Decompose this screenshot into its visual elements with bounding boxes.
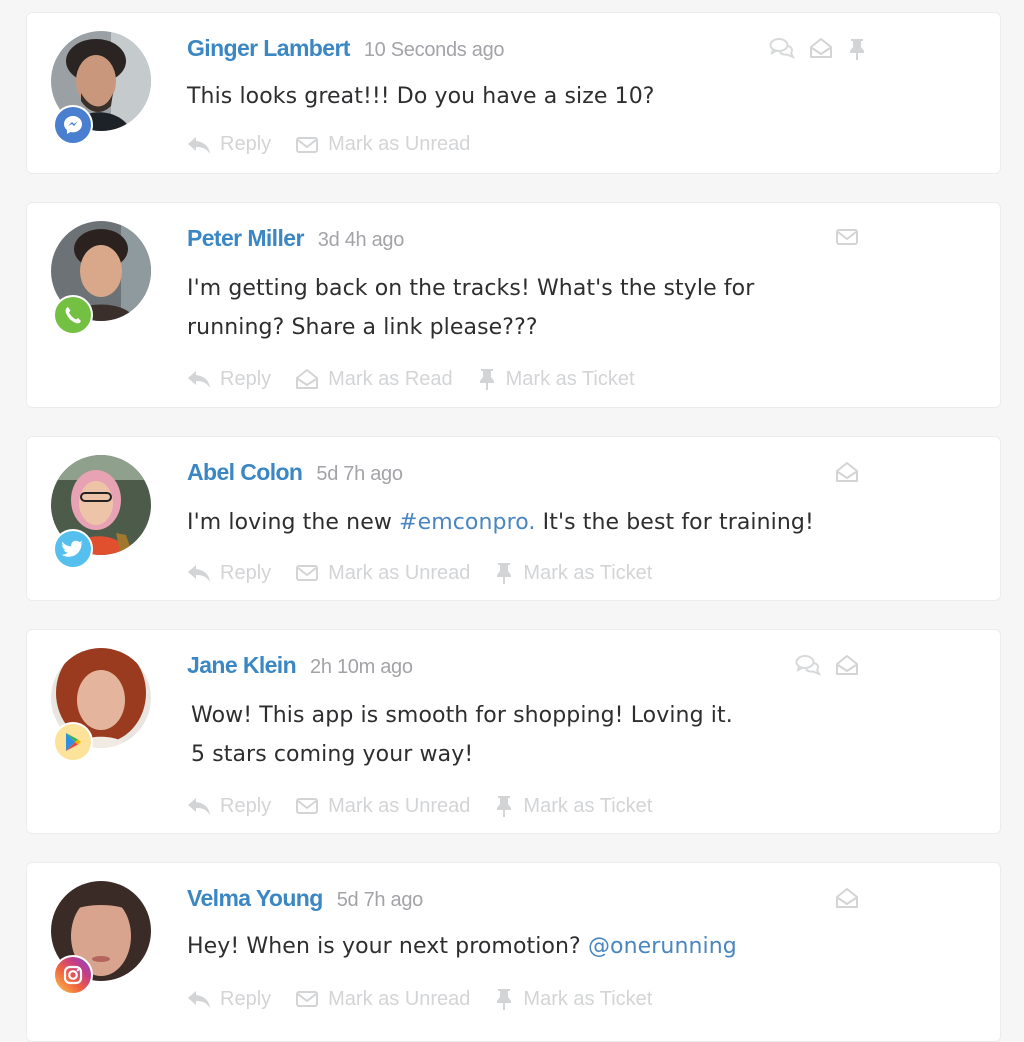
reply-icon — [187, 135, 211, 155]
message-text: Wow! This app is smooth for shopping! Lo… — [191, 703, 733, 767]
pin-icon — [494, 987, 514, 1011]
envelope-icon[interactable] — [835, 227, 859, 247]
message-card[interactable]: Jane Klein 2h 10m ago Wow! This app is sm… — [26, 629, 1001, 834]
chat-bubbles-icon[interactable] — [795, 654, 821, 676]
mark-unread-button[interactable]: Mark as Unread — [295, 988, 470, 1011]
envelope-icon — [295, 135, 319, 155]
message-text: Hey! When is your next promotion? @oneru… — [187, 934, 737, 959]
mark-unread-button[interactable]: Mark as Unread — [295, 795, 470, 818]
message-text: This looks great!!! Do you have a size 1… — [187, 84, 655, 109]
envelope-icon — [295, 796, 319, 816]
envelope-icon — [295, 989, 319, 1009]
envelope-open-icon[interactable] — [835, 654, 859, 676]
reply-icon — [187, 796, 211, 816]
mark-ticket-button[interactable]: Mark as Ticket — [494, 794, 652, 818]
message-card[interactable]: Ginger Lambert 10 Seconds ago This looks … — [26, 12, 1001, 174]
message-card[interactable]: Peter Miller 3d 4h ago I'm getting back o… — [26, 202, 1001, 408]
pin-icon — [477, 367, 497, 391]
envelope-open-icon[interactable] — [835, 887, 859, 909]
reply-icon — [187, 563, 211, 583]
sender-name[interactable]: Abel Colon — [187, 459, 303, 485]
google-play-icon — [53, 722, 93, 762]
mark-ticket-button[interactable]: Mark as Ticket — [477, 367, 635, 391]
envelope-open-icon[interactable] — [809, 37, 833, 61]
pin-icon[interactable] — [847, 37, 867, 61]
reply-icon — [187, 989, 211, 1009]
chat-bubbles-icon[interactable] — [769, 37, 795, 61]
mark-ticket-button[interactable]: Mark as Ticket — [494, 987, 652, 1011]
timestamp: 10 Seconds ago — [363, 39, 505, 61]
whatsapp-icon — [53, 295, 93, 335]
instagram-icon — [53, 955, 93, 995]
reply-icon — [187, 369, 211, 389]
message-text: I'm getting back on the tracks! What's t… — [187, 276, 755, 340]
timestamp: 2h 10m ago — [310, 656, 413, 678]
sender-name[interactable]: Ginger Lambert — [187, 35, 350, 61]
pin-icon — [494, 794, 514, 818]
sender-name[interactable]: Jane Klein — [187, 652, 297, 678]
mark-ticket-button[interactable]: Mark as Ticket — [494, 561, 652, 585]
messenger-icon — [53, 105, 93, 145]
mark-unread-button[interactable]: Mark as Unread — [295, 133, 470, 156]
message-card[interactable]: Velma Young 5d 7h ago Hey! When is your n… — [26, 862, 1001, 1042]
envelope-open-icon — [295, 368, 319, 390]
timestamp: 3d 4h ago — [317, 229, 405, 251]
sender-name[interactable]: Peter Miller — [187, 225, 304, 251]
hashtag-link[interactable]: #emconpro. — [399, 510, 536, 535]
twitter-icon — [53, 529, 93, 569]
mark-read-button[interactable]: Mark as Read — [295, 368, 453, 391]
reply-button[interactable]: Reply — [187, 562, 271, 585]
reply-button[interactable]: Reply — [187, 795, 271, 818]
reply-button[interactable]: Reply — [187, 368, 271, 391]
mark-unread-button[interactable]: Mark as Unread — [295, 562, 470, 585]
reply-button[interactable]: Reply — [187, 133, 271, 156]
message-text: I'm loving the new #emconpro. It's the b… — [187, 510, 814, 535]
timestamp: 5d 7h ago — [336, 889, 424, 911]
message-card[interactable]: Abel Colon 5d 7h ago I'm loving the new #… — [26, 436, 1001, 601]
envelope-open-icon[interactable] — [835, 461, 859, 483]
envelope-icon — [295, 563, 319, 583]
reply-button[interactable]: Reply — [187, 988, 271, 1011]
timestamp: 5d 7h ago — [316, 463, 403, 485]
sender-name[interactable]: Velma Young — [187, 885, 323, 911]
pin-icon — [494, 561, 514, 585]
mention-link[interactable]: @onerunning — [588, 934, 737, 959]
